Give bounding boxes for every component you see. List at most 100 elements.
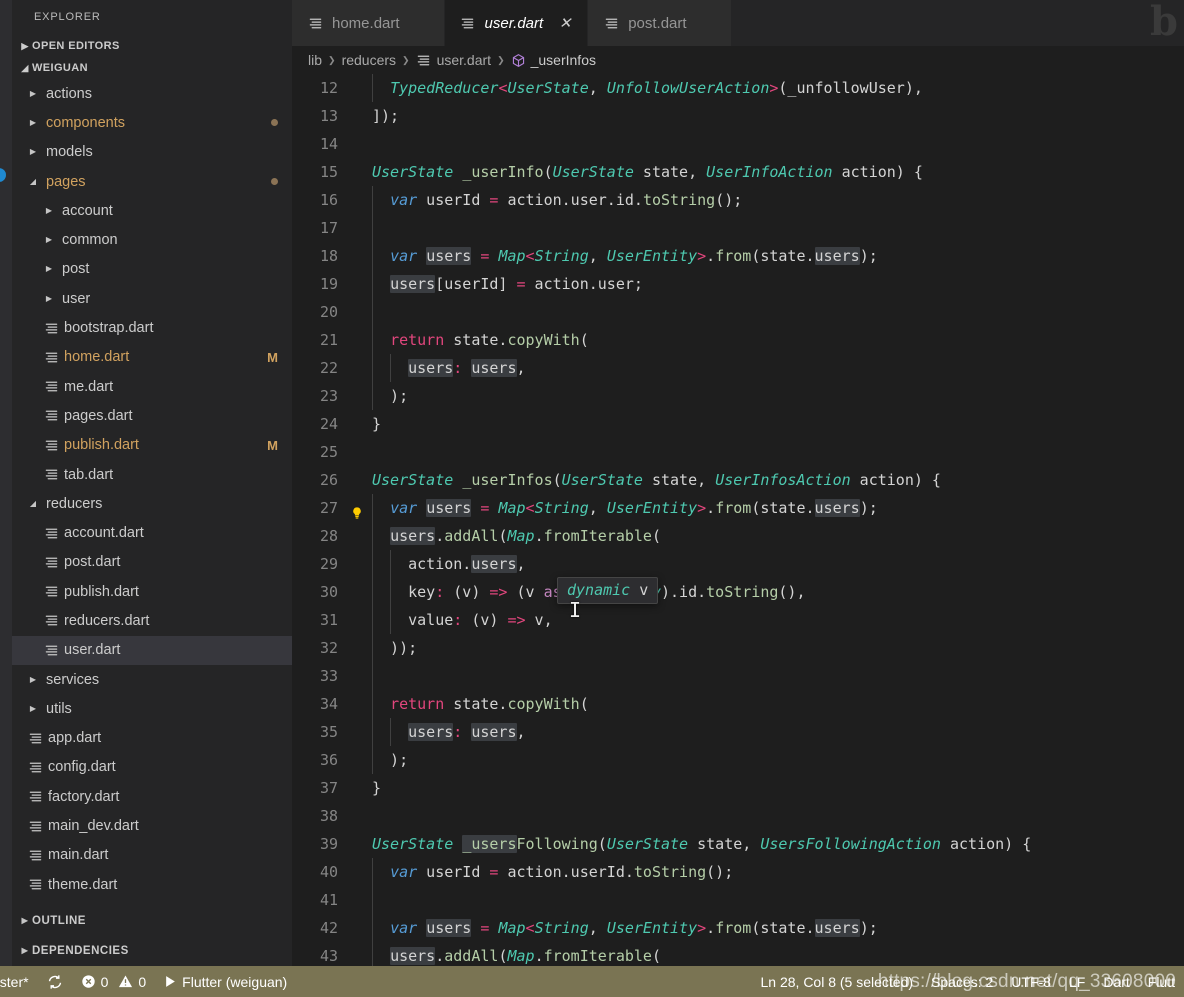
tree-folder-reducers[interactable]: ◢ reducers: [12, 489, 292, 518]
tree-folder-models[interactable]: ▶ models: [12, 138, 292, 167]
tree-folder-user[interactable]: ▶ user: [12, 284, 292, 313]
tree-folder-account[interactable]: ▶ account: [12, 196, 292, 225]
activity-bar[interactable]: [0, 0, 12, 966]
code-editor-viewport[interactable]: 12 TypedReducer<UserState, UnfollowUserA…: [292, 74, 1184, 966]
code-line[interactable]: 19 users[userId] = action.user;: [292, 270, 1184, 298]
tree-file-account.dart[interactable]: account.dart: [12, 518, 292, 547]
code-line[interactable]: 12 TypedReducer<UserState, UnfollowUserA…: [292, 74, 1184, 102]
code-token: userId: [417, 863, 490, 881]
code-token: =: [516, 275, 526, 293]
code-line[interactable]: 33: [292, 662, 1184, 690]
tree-file-reducers.dart[interactable]: reducers.dart: [12, 606, 292, 635]
code-line[interactable]: 28 users.addAll(Map.fromIterable(: [292, 522, 1184, 550]
tree-folder-post[interactable]: ▶ post: [12, 255, 292, 284]
code-line[interactable]: 24}: [292, 410, 1184, 438]
code-token: userId: [417, 191, 490, 209]
tree-folder-actions[interactable]: ▶ actions: [12, 79, 292, 108]
code-line[interactable]: 15 UserState _userInfo(UserState state, U…: [292, 158, 1184, 186]
code-line[interactable]: 30 key: (v) => (v as UserEntity).id.toSt…: [292, 578, 1184, 606]
sidebar-section-weiguan[interactable]: ◢ WEIGUAN: [12, 57, 292, 79]
code-line[interactable]: 35 users: users,: [292, 718, 1184, 746]
warning-icon: [118, 974, 133, 989]
editor-tab-user-dart[interactable]: user.dart ✕: [444, 0, 589, 46]
code-line[interactable]: 40 var userId = action.userId.toString()…: [292, 858, 1184, 886]
tree-file-factory.dart[interactable]: factory.dart: [12, 782, 292, 811]
status-branch[interactable]: aster*: [0, 966, 38, 997]
tree-file-tab.dart[interactable]: tab.dart: [12, 460, 292, 489]
tree-folder-common[interactable]: ▶ common: [12, 225, 292, 254]
tree-file-post.dart[interactable]: post.dart: [12, 548, 292, 577]
tree-file-main.dart[interactable]: main.dart: [12, 841, 292, 870]
status-run-target[interactable]: Flutter (weiguan): [155, 966, 296, 997]
code-line[interactable]: 14: [292, 130, 1184, 158]
code-line[interactable]: 43 users.addAll(Map.fromIterable(: [292, 942, 1184, 966]
breadcrumb[interactable]: lib ❯ reducers ❯ user.dart ❯ _userInfos: [292, 46, 1184, 74]
status-problems[interactable]: 0 0: [72, 966, 156, 997]
breadcrumb-item-user-dart[interactable]: user.dart: [416, 52, 491, 68]
status-cursor-position[interactable]: Ln 28, Col 8 (5 selected): [752, 966, 923, 997]
tree-file-user.dart[interactable]: user.dart: [12, 635, 292, 665]
sidebar-section-open-editors[interactable]: ▶ OPEN EDITORS: [12, 35, 292, 57]
tree-folder-utils[interactable]: ▶ utils: [12, 694, 292, 723]
code-line[interactable]: 31 value: (v) => v,: [292, 606, 1184, 634]
code-line[interactable]: 22 users: users,: [292, 354, 1184, 382]
code-line[interactable]: 21 return state.copyWith(: [292, 326, 1184, 354]
tree-folder-services[interactable]: ▶ services: [12, 665, 292, 694]
code-line[interactable]: 17: [292, 214, 1184, 242]
code-line[interactable]: 42 var users = Map<String, UserEntity>.f…: [292, 914, 1184, 942]
code-line[interactable]: 41: [292, 886, 1184, 914]
code-line[interactable]: 27 var users = Map<String, UserEntity>.f…: [292, 494, 1184, 522]
code-token: Map: [507, 527, 535, 545]
file-icon: [42, 350, 60, 365]
status-sync[interactable]: [38, 966, 72, 997]
code-line[interactable]: 37}: [292, 774, 1184, 802]
editor-tab-home-dart[interactable]: home.dart✕: [292, 0, 445, 46]
code-line[interactable]: 23 );: [292, 382, 1184, 410]
breadcrumb-item-_userInfos[interactable]: _userInfos: [511, 52, 596, 68]
breadcrumb-item-reducers[interactable]: reducers: [342, 52, 396, 68]
code-line[interactable]: 38: [292, 802, 1184, 830]
code-line[interactable]: 16 var userId = action.user.id.toString(…: [292, 186, 1184, 214]
sidebar-section-outline[interactable]: ▶ OUTLINE: [12, 906, 292, 936]
code-token: (v): [462, 611, 508, 629]
code-line[interactable]: 39 UserState _usersFollowing(UserState st…: [292, 830, 1184, 858]
tree-file-app.dart[interactable]: app.dart: [12, 724, 292, 753]
close-icon[interactable]: ✕: [557, 16, 573, 31]
status-extension[interactable]: Flutt: [1139, 966, 1184, 997]
editor-tab-bar[interactable]: home.dart✕ user.dart ✕ post.dart✕ b: [292, 0, 1184, 46]
code-line[interactable]: 26 UserState _userInfos(UserState state, …: [292, 466, 1184, 494]
file-tree[interactable]: ▶ actions ▶ components ▶ models ◢ pages ▶ account…: [12, 79, 292, 906]
status-encoding[interactable]: UTF-8: [1002, 966, 1060, 997]
code-line[interactable]: 34 return state.copyWith(: [292, 690, 1184, 718]
tree-file-bootstrap.dart[interactable]: bootstrap.dart: [12, 313, 292, 342]
status-indentation[interactable]: Spaces: 2: [922, 966, 1002, 997]
tree-file-publish.dart[interactable]: publish.dart M: [12, 431, 292, 460]
code-line[interactable]: 18 var users = Map<String, UserEntity>.f…: [292, 242, 1184, 270]
tree-folder-pages[interactable]: ◢ pages: [12, 167, 292, 196]
code-line[interactable]: 25: [292, 438, 1184, 466]
status-eol[interactable]: LF: [1060, 966, 1094, 997]
tree-file-pages.dart[interactable]: pages.dart: [12, 401, 292, 430]
editor-tab-post-dart[interactable]: post.dart✕: [588, 0, 732, 46]
tree-file-publish.dart[interactable]: publish.dart: [12, 577, 292, 606]
tree-file-main_dev.dart[interactable]: main_dev.dart: [12, 811, 292, 840]
code-token: from: [715, 919, 752, 937]
code-line[interactable]: 13]);: [292, 102, 1184, 130]
code-line[interactable]: 29 action.users,: [292, 550, 1184, 578]
code-line[interactable]: 32 ));: [292, 634, 1184, 662]
code-content[interactable]: 12 TypedReducer<UserState, UnfollowUserA…: [292, 74, 1184, 966]
status-language-mode[interactable]: Dart: [1094, 966, 1138, 997]
tree-file-me.dart[interactable]: me.dart: [12, 372, 292, 401]
tree-folder-components[interactable]: ▶ components: [12, 108, 292, 137]
sidebar-section-dependencies[interactable]: ▶ DEPENDENCIES: [12, 936, 292, 966]
tree-item-label: main_dev.dart: [48, 818, 139, 835]
tree-file-config.dart[interactable]: config.dart: [12, 753, 292, 782]
code-token: <: [525, 247, 535, 265]
code-token: action) {: [940, 835, 1032, 853]
breadcrumb-item-lib[interactable]: lib: [308, 52, 322, 68]
tree-file-home.dart[interactable]: home.dart M: [12, 343, 292, 372]
lightbulb-quickfix-icon[interactable]: [350, 501, 364, 519]
code-line[interactable]: 36 );: [292, 746, 1184, 774]
tree-file-theme.dart[interactable]: theme.dart: [12, 870, 292, 899]
code-line[interactable]: 20: [292, 298, 1184, 326]
